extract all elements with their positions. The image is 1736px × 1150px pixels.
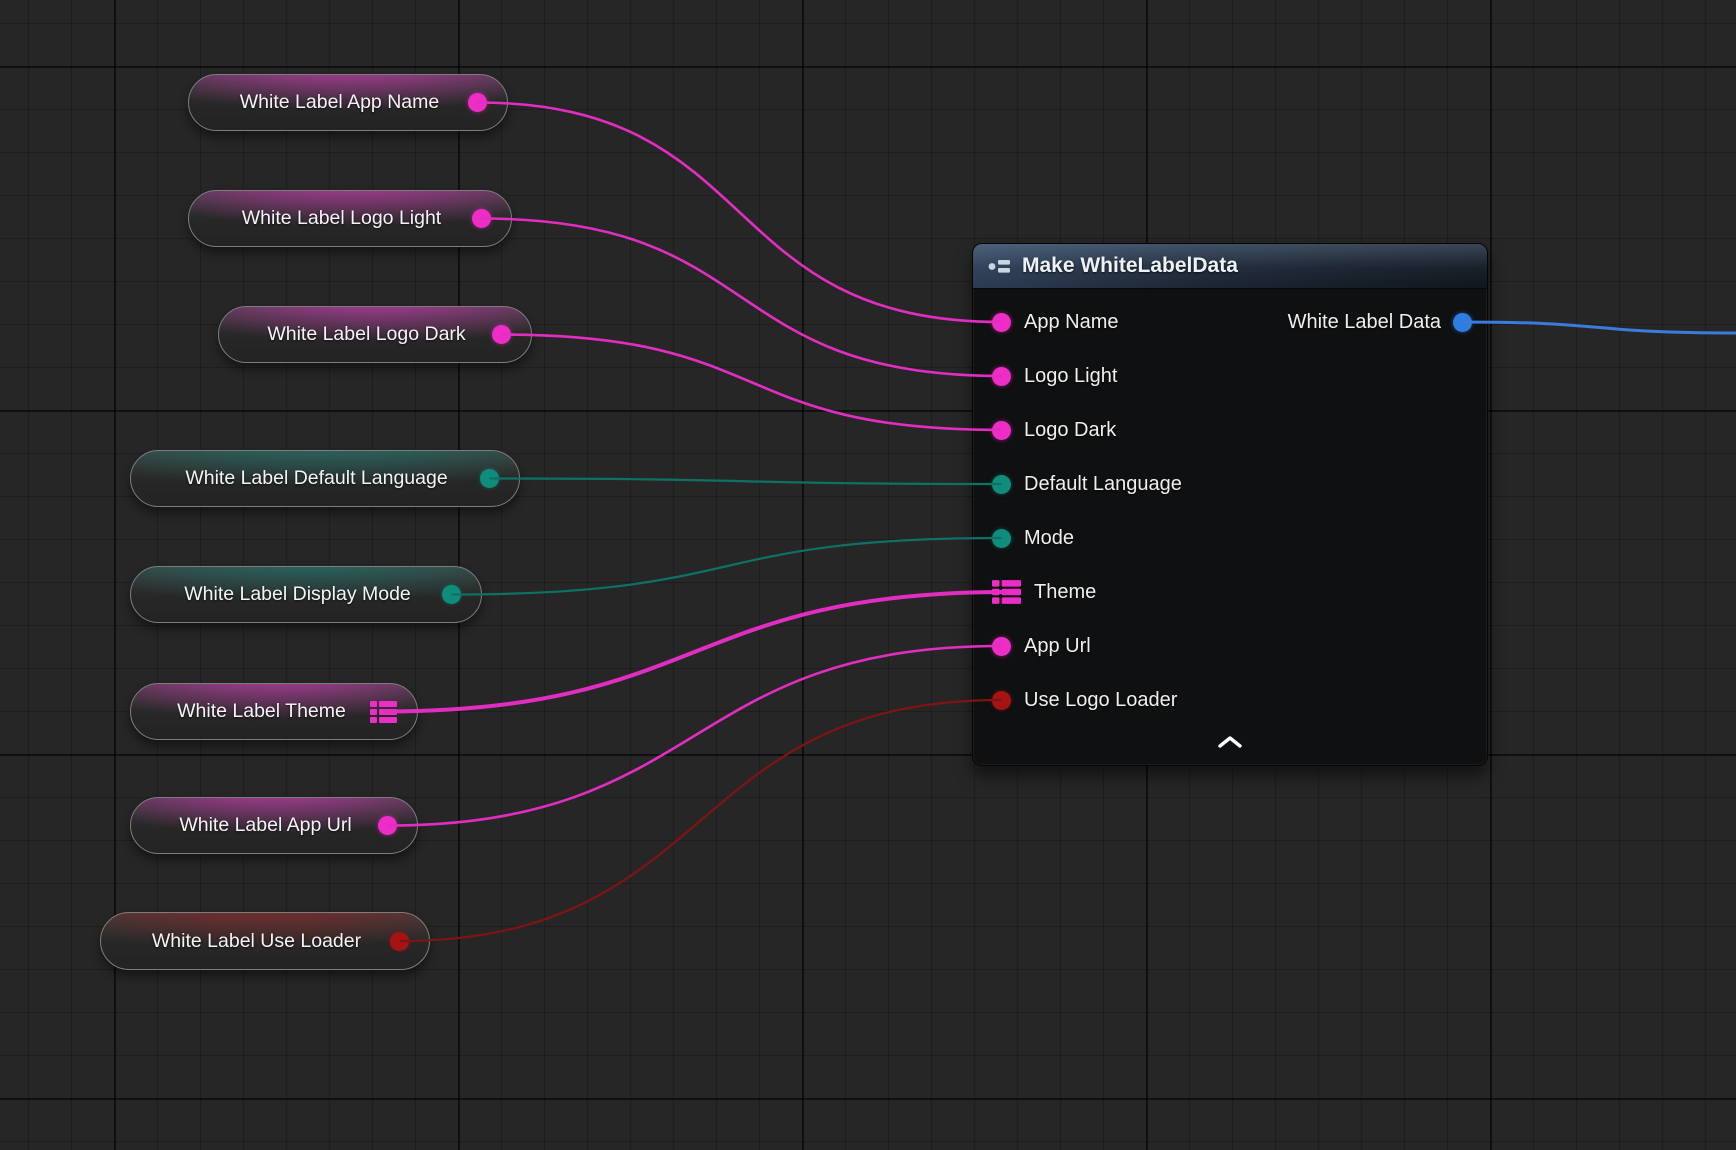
pin-label: Logo Light <box>1024 365 1117 388</box>
pin-label: App Name <box>1024 311 1119 334</box>
output-row-white-label-data: White Label Data <box>1288 295 1472 349</box>
getter-label: White Label Default Language <box>153 467 480 490</box>
make-node-header[interactable]: Make WhiteLabelData <box>973 244 1487 289</box>
input-row-logo-dark: Logo Dark <box>973 403 1487 457</box>
blueprint-graph-canvas[interactable]: White Label App Name White Label Logo Li… <box>0 0 1736 1150</box>
struct-grid-icon <box>992 580 1021 604</box>
getter-label: White Label Use Loader <box>123 930 390 953</box>
variable-getter-white-label-use-loader[interactable]: White Label Use Loader <box>100 912 430 970</box>
variable-getter-white-label-logo-dark[interactable]: White Label Logo Dark <box>218 306 532 363</box>
getter-label: White Label Display Mode <box>153 583 442 606</box>
make-struct-icon <box>988 258 1011 275</box>
struct-output-pin[interactable] <box>370 701 397 723</box>
input-pin-logo-light[interactable] <box>992 367 1011 386</box>
input-row-app-url: App Url <box>973 619 1487 673</box>
input-pin-theme[interactable] <box>992 580 1021 604</box>
variable-getter-white-label-app-name[interactable]: White Label App Name <box>188 74 508 131</box>
string-output-pin[interactable] <box>472 209 491 228</box>
getter-label: White Label App Name <box>211 91 468 114</box>
getter-label: White Label Logo Dark <box>241 323 492 346</box>
node-title: Make WhiteLabelData <box>1022 254 1238 278</box>
input-row-mode: Mode <box>973 511 1487 565</box>
wire-getter-logo-light[interactable] <box>482 219 1002 377</box>
make-whitelabeldata-node[interactable]: Make WhiteLabelData App Name Logo Light … <box>972 243 1488 766</box>
input-row-theme: Theme <box>973 565 1487 619</box>
wire-out-white-label-data[interactable] <box>1463 322 1736 333</box>
pin-label: Default Language <box>1024 473 1182 496</box>
enum-output-pin[interactable] <box>480 469 499 488</box>
input-pin-mode[interactable] <box>992 529 1011 548</box>
pin-label: White Label Data <box>1288 311 1441 334</box>
variable-getter-white-label-app-url[interactable]: White Label App Url <box>130 797 418 854</box>
collapse-row <box>973 727 1487 757</box>
output-pin-white-label-data[interactable] <box>1453 313 1472 332</box>
variable-getter-white-label-display-mode[interactable]: White Label Display Mode <box>130 566 482 623</box>
input-pin-logo-dark[interactable] <box>992 421 1011 440</box>
string-output-pin[interactable] <box>492 325 511 344</box>
wire-getter-display-mode[interactable] <box>452 538 1002 595</box>
wire-getter-use-loader[interactable] <box>400 700 1002 941</box>
pin-label: Logo Dark <box>1024 419 1116 442</box>
wire-getter-app-name[interactable] <box>478 103 1002 323</box>
variable-getter-white-label-logo-light[interactable]: White Label Logo Light <box>188 190 512 247</box>
input-pin-use-logo-loader[interactable] <box>992 691 1011 710</box>
pin-label: App Url <box>1024 635 1091 658</box>
input-row-logo-light: Logo Light <box>973 349 1487 403</box>
collapse-chevron[interactable] <box>1208 731 1252 753</box>
struct-grid-icon <box>370 701 397 723</box>
bool-output-pin[interactable] <box>390 932 409 951</box>
pin-label: Theme <box>1034 581 1096 604</box>
variable-getter-white-label-theme[interactable]: White Label Theme <box>130 683 418 740</box>
input-row-default-language: Default Language <box>973 457 1487 511</box>
getter-label: White Label Theme <box>153 700 370 723</box>
variable-getter-white-label-default-language[interactable]: White Label Default Language <box>130 450 520 507</box>
input-pin-default-language[interactable] <box>992 475 1011 494</box>
input-pin-app-url[interactable] <box>992 637 1011 656</box>
input-pin-app-name[interactable] <box>992 313 1011 332</box>
getter-label: White Label App Url <box>153 814 378 837</box>
pin-label: Use Logo Loader <box>1024 689 1177 712</box>
input-row-use-logo-loader: Use Logo Loader <box>973 673 1487 727</box>
wire-getter-app-url[interactable] <box>388 646 1002 826</box>
getter-label: White Label Logo Light <box>211 207 472 230</box>
enum-output-pin[interactable] <box>442 585 461 604</box>
string-output-pin[interactable] <box>378 816 397 835</box>
wire-getter-logo-dark[interactable] <box>502 335 1002 431</box>
wire-getter-default-language[interactable] <box>490 479 1002 485</box>
pin-label: Mode <box>1024 527 1074 550</box>
string-output-pin[interactable] <box>468 93 487 112</box>
